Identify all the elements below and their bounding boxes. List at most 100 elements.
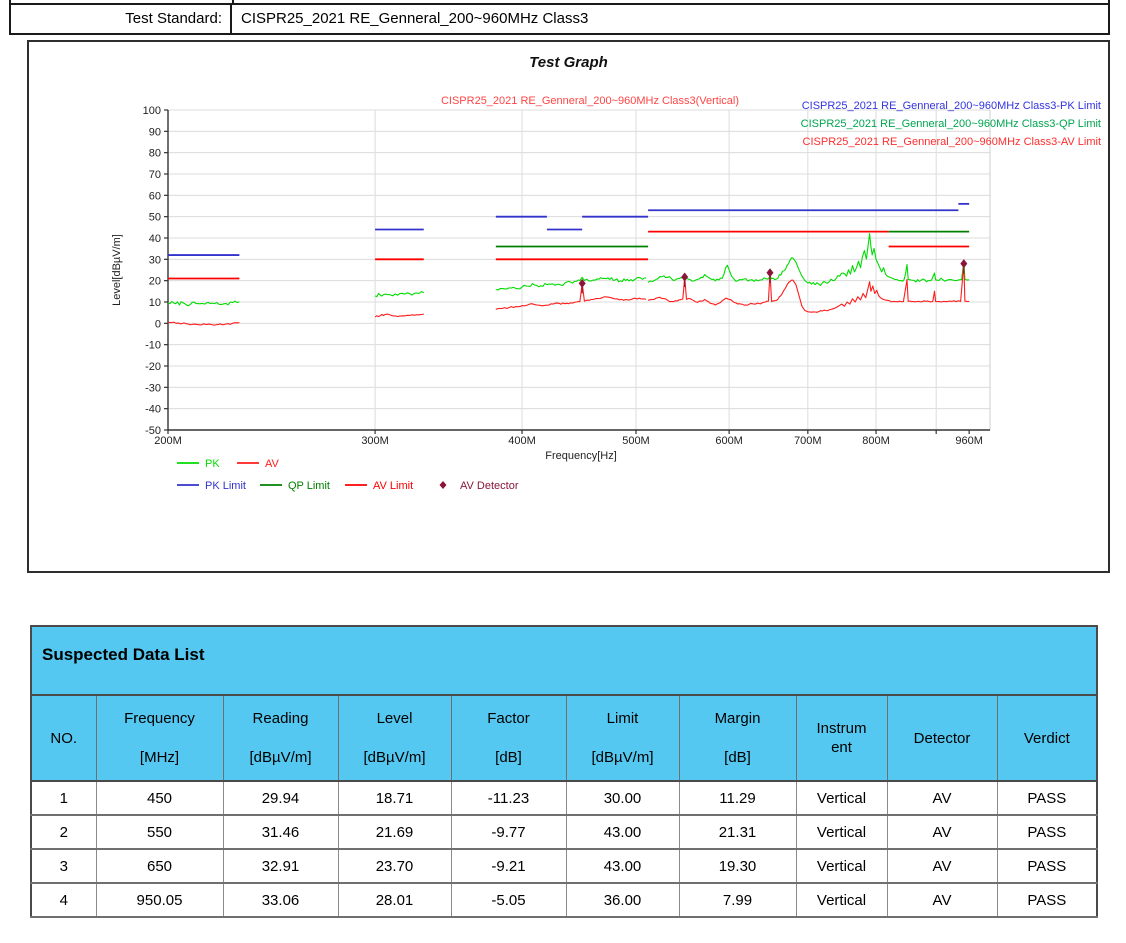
emc-spectrum-chart: 200M300M400M500M600M700M800M960M-50-40-3…: [29, 42, 1108, 571]
x-tick-label: 500M: [622, 435, 650, 447]
chart-title: CISPR25_2021 RE_Genneral_200~960MHz Clas…: [441, 95, 739, 107]
table-cell: PASS: [997, 781, 1097, 815]
pk-trace: [496, 277, 646, 290]
table-cell: 1: [31, 781, 96, 815]
table-cell: 450: [96, 781, 223, 815]
column-header: Limit[dBµV/m]: [566, 695, 679, 781]
table-cell: AV: [887, 781, 997, 815]
legend-label: PK Limit: [205, 480, 246, 492]
y-tick-label: 90: [149, 126, 161, 138]
table-cell: 4: [31, 883, 96, 917]
table-cell: Vertical: [796, 849, 887, 883]
legend-label: PK: [205, 458, 220, 470]
table-header-row: NO.Frequency[MHz]Reading[dBµV/m]Level[dB…: [31, 695, 1097, 781]
table-cell: -9.77: [451, 815, 566, 849]
table-cell: Vertical: [796, 815, 887, 849]
av-trace: [375, 314, 424, 317]
table-cell: 36.00: [566, 883, 679, 917]
table-cell: 30.00: [566, 781, 679, 815]
table-cell: AV: [887, 883, 997, 917]
pk-trace: [375, 292, 424, 297]
legend-entry: CISPR25_2021 RE_Genneral_200~960MHz Clas…: [802, 100, 1101, 112]
table-cell: -5.05: [451, 883, 566, 917]
y-tick-label: -40: [145, 404, 161, 416]
report-page: Test Standard: CISPR25_2021 RE_Genneral_…: [0, 0, 1126, 943]
table-cell: 650: [96, 849, 223, 883]
table-cell: 18.71: [338, 781, 451, 815]
table-row: 4950.0533.0628.01-5.0536.007.99VerticalA…: [31, 883, 1097, 917]
table-cell: 43.00: [566, 815, 679, 849]
x-tick-label: 400M: [508, 435, 536, 447]
table-cell: 550: [96, 815, 223, 849]
y-tick-label: 100: [143, 105, 161, 117]
y-tick-label: 30: [149, 254, 161, 266]
table-cell: -11.23: [451, 781, 566, 815]
x-tick-label: 960M: [955, 435, 983, 447]
y-tick-label: 0: [155, 318, 161, 330]
x-tick-label: 300M: [361, 435, 389, 447]
table-cell: 28.01: [338, 883, 451, 917]
table-cell: 21.31: [679, 815, 796, 849]
y-tick-label: 10: [149, 297, 161, 309]
x-tick-label: 700M: [794, 435, 822, 447]
suspected-data-list: Suspected Data List NO.Frequency[MHz]Rea…: [30, 625, 1096, 918]
table-cell: 7.99: [679, 883, 796, 917]
table-cell: PASS: [997, 883, 1097, 917]
y-tick-label: -10: [145, 340, 161, 352]
x-axis-label: Frequency[Hz]: [545, 450, 617, 462]
table-cell: 33.06: [223, 883, 338, 917]
table-cell: 19.30: [679, 849, 796, 883]
legend-label: AV: [265, 458, 280, 470]
table-cell: Vertical: [796, 781, 887, 815]
y-tick-label: 40: [149, 233, 161, 245]
suspected-data-table: Suspected Data List NO.Frequency[MHz]Rea…: [30, 625, 1098, 918]
table-row: 365032.9123.70-9.2143.0019.30VerticalAVP…: [31, 849, 1097, 883]
table-title-row: Suspected Data List: [31, 626, 1097, 695]
column-header: Reading[dBµV/m]: [223, 695, 338, 781]
legend-entry: CISPR25_2021 RE_Genneral_200~960MHz Clas…: [803, 136, 1101, 148]
table-cell: PASS: [997, 849, 1097, 883]
column-divider: [232, 0, 234, 3]
y-tick-label: 20: [149, 276, 161, 288]
test-standard-value: CISPR25_2021 RE_Genneral_200~960MHz Clas…: [232, 5, 1108, 33]
y-tick-label: -30: [145, 382, 161, 394]
table-cell: 23.70: [338, 849, 451, 883]
column-header: Margin[dB]: [679, 695, 796, 781]
test-standard-label: Test Standard:: [11, 5, 232, 33]
previous-row-sliver: [9, 0, 1110, 5]
av-detector-marker: [960, 259, 967, 268]
table-cell: AV: [887, 815, 997, 849]
table-cell: PASS: [997, 815, 1097, 849]
test-standard-table: Test Standard: CISPR25_2021 RE_Genneral_…: [9, 0, 1110, 35]
table-cell: 2: [31, 815, 96, 849]
table-cell: 43.00: [566, 849, 679, 883]
legend-label: QP Limit: [288, 480, 330, 492]
y-tick-label: 50: [149, 212, 161, 224]
y-tick-label: -20: [145, 361, 161, 373]
av-trace: [168, 322, 239, 325]
table-cell: 950.05: [96, 883, 223, 917]
legend-label: AV Detector: [460, 480, 519, 492]
table-cell: 21.69: [338, 815, 451, 849]
column-header: NO.: [31, 695, 96, 781]
column-header: Frequency[MHz]: [96, 695, 223, 781]
legend-entry: CISPR25_2021 RE_Genneral_200~960MHz Clas…: [801, 118, 1101, 130]
table-cell: Vertical: [796, 883, 887, 917]
legend-swatch-diamond: [440, 481, 447, 489]
legend-label: AV Limit: [373, 480, 413, 492]
column-header: Instrum ent: [796, 695, 887, 781]
x-tick-label: 800M: [862, 435, 890, 447]
y-tick-label: 60: [149, 190, 161, 202]
table-row: 255031.4621.69-9.7743.0021.31VerticalAVP…: [31, 815, 1097, 849]
test-graph-panel: Test Graph 200M300M400M500M600M700M800M9…: [27, 40, 1110, 573]
x-tick-label: 600M: [715, 435, 743, 447]
table-cell: 29.94: [223, 781, 338, 815]
y-tick-label: 70: [149, 169, 161, 181]
table-row: 145029.9418.71-11.2330.0011.29VerticalAV…: [31, 781, 1097, 815]
table-cell: -9.21: [451, 849, 566, 883]
table-cell: AV: [887, 849, 997, 883]
y-tick-label: 80: [149, 148, 161, 160]
av-trace: [648, 264, 969, 313]
column-header: Detector: [887, 695, 997, 781]
table-cell: 11.29: [679, 781, 796, 815]
